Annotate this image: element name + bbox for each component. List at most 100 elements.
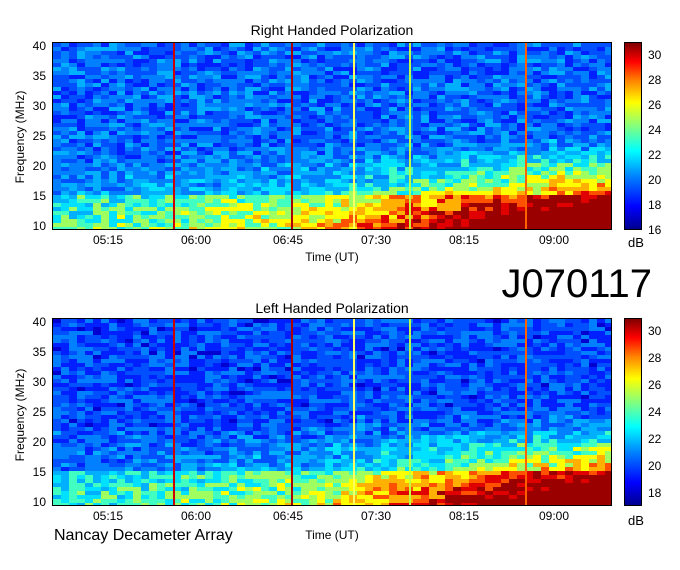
heatmap-cell [277,339,285,343]
heatmap-cell [373,127,381,131]
heatmap-cell [573,147,581,151]
heatmap-cell [501,363,509,367]
heatmap-cell [301,195,309,199]
heatmap-cell [157,335,165,339]
heatmap-cell [109,95,117,99]
heatmap-cell [557,399,565,403]
heatmap-cell [197,115,205,119]
heatmap-cell [125,75,133,79]
heatmap-cell [229,115,237,119]
heatmap-cell [461,59,469,63]
heatmap-cell [325,107,333,111]
heatmap-cell [277,43,285,47]
heatmap-cell [245,103,253,107]
heatmap-cell [573,327,581,331]
heatmap-cell [501,371,509,375]
heatmap-cell [517,79,525,83]
heatmap-cell [421,363,429,367]
heatmap-cell [93,375,101,379]
heatmap-cell [269,191,277,195]
heatmap-cell [125,339,133,343]
heatmap-cell [157,123,165,127]
heatmap-cell [501,159,509,163]
heatmap-cell [565,319,573,323]
heatmap-cell [357,395,365,399]
heatmap-cell [509,355,517,359]
heatmap-cell [197,367,205,371]
heatmap-cell [597,163,605,167]
heatmap-cell [413,179,421,183]
heatmap-cell [597,375,605,379]
heatmap-cell [445,183,453,187]
heatmap-cell [573,207,581,211]
heatmap-cell [149,135,157,139]
heatmap-cell [269,95,277,99]
heatmap-cell [557,343,565,347]
heatmap-cell [421,43,429,47]
heatmap-cell [125,223,133,227]
heatmap-cell [293,319,301,323]
heatmap-cell [53,183,61,187]
heatmap-cell [589,123,597,127]
heatmap-cell [373,163,381,167]
heatmap-cell [77,47,85,51]
heatmap-cell [501,83,509,87]
heatmap-cell [149,387,157,391]
heatmap-cell [437,175,445,179]
heatmap-cell [397,339,405,343]
heatmap-cell [221,43,229,47]
heatmap-cell [149,179,157,183]
heatmap-cell [421,71,429,75]
heatmap-cell [445,327,453,331]
heatmap-cell [501,119,509,123]
heatmap-cell [309,359,317,363]
heatmap-cell [573,183,581,187]
heatmap-cell [493,387,501,391]
heatmap-cell [253,191,261,195]
heatmap-cell [253,143,261,147]
heatmap-cell [453,211,461,215]
heatmap-cell [381,347,389,351]
heatmap-cell [477,55,485,59]
heatmap-cell [493,87,501,91]
heatmap-cell [557,371,565,375]
heatmap-cell [77,131,85,135]
heatmap-cell [277,95,285,99]
heatmap-cell [365,47,373,51]
heatmap-cell [549,167,557,171]
heatmap-cell [581,363,589,367]
heatmap-cell [157,327,165,331]
heatmap-cell [277,327,285,331]
heatmap-cell [461,343,469,347]
heatmap-cell [365,191,373,195]
heatmap-cell [261,147,269,151]
heatmap-cell [557,47,565,51]
heatmap-cell [565,191,573,195]
heatmap-cell [213,175,221,179]
heatmap-cell [53,71,61,75]
heatmap-cell [85,199,93,203]
heatmap-cell [317,191,325,195]
heatmap-cell [493,103,501,107]
heatmap-cell [605,339,611,343]
heatmap-cell [565,391,573,395]
heatmap-cell [581,207,589,211]
heatmap-cell [293,127,301,131]
heatmap-cell [341,75,349,79]
heatmap-cell [589,355,597,359]
heatmap-cell [605,183,611,187]
heatmap-cell [85,215,93,219]
heatmap-cell [93,359,101,363]
heatmap-cell [205,203,213,207]
heatmap-cell [413,339,421,343]
heatmap-cell [365,63,373,67]
heatmap-cell [277,111,285,115]
heatmap-cell [453,91,461,95]
heatmap-cell [453,383,461,387]
heatmap-cell [133,355,141,359]
heatmap-cell [293,91,301,95]
heatmap-cell [61,215,69,219]
heatmap-cell [485,75,493,79]
heatmap-cell [589,55,597,59]
heatmap-cell [397,355,405,359]
